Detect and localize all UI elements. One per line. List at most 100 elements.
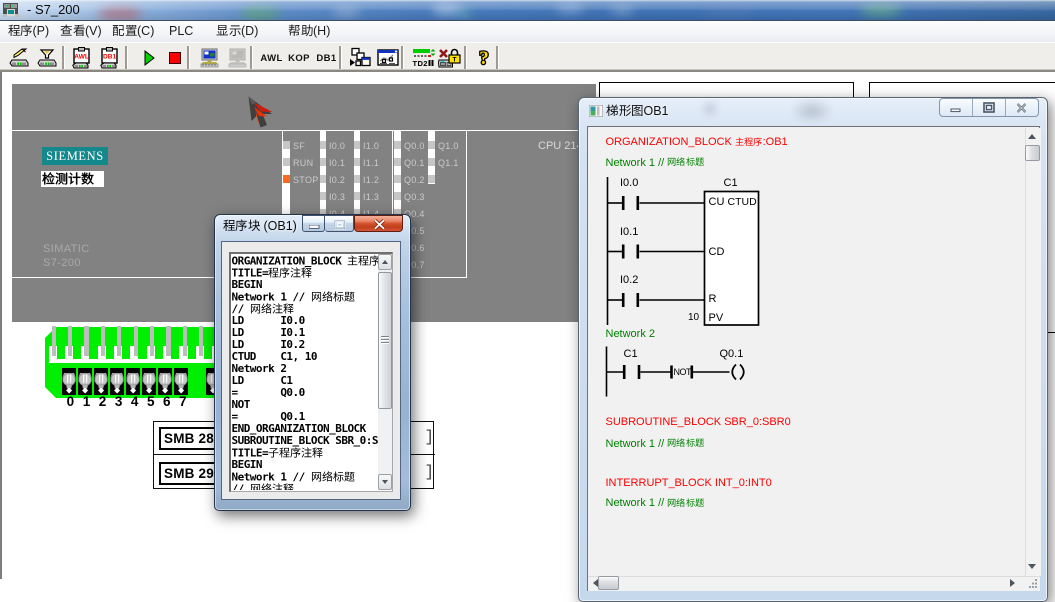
program-block-title: (OB1) bbox=[223, 219, 297, 233]
cascade-windows-button[interactable] bbox=[348, 46, 374, 70]
switch-lever[interactable] bbox=[101, 326, 105, 356]
awl-view-button[interactable]: AWL bbox=[259, 46, 285, 70]
clip-icon: DB1 bbox=[100, 47, 120, 69]
stop-button[interactable] bbox=[162, 46, 188, 70]
status-chart-button[interactable] bbox=[375, 46, 401, 70]
ladder-sub-network1: Network 1 // bbox=[606, 438, 705, 450]
toolbar-separator bbox=[464, 46, 467, 69]
led-square bbox=[283, 158, 290, 166]
ladder-coil-label: Q0.1 bbox=[720, 348, 744, 360]
bulb-lamp[interactable] bbox=[126, 368, 140, 395]
app-titlebar[interactable]: - S7_200 bbox=[0, 0, 1055, 20]
stl-line-5: LD I0.0 bbox=[232, 315, 378, 327]
bulb-lamp[interactable] bbox=[158, 368, 172, 395]
switch-lever[interactable] bbox=[117, 326, 121, 356]
ladder-vscrollbar[interactable] bbox=[1025, 128, 1041, 576]
ladder-pin-pv: PV bbox=[709, 312, 724, 324]
ladder-hscrollbar[interactable] bbox=[588, 576, 1040, 591]
edit-program-button[interactable] bbox=[7, 46, 33, 70]
led-label-i0-3: I0.3 bbox=[329, 193, 345, 202]
stl-minimize-button[interactable] bbox=[302, 215, 326, 232]
ladder-hscroll-right-button[interactable] bbox=[1005, 576, 1020, 591]
down-arrow-icon bbox=[1028, 564, 1036, 569]
menu-item-h[interactable]: (H) bbox=[288, 24, 330, 38]
switch-lever[interactable] bbox=[134, 326, 138, 356]
window-title: - S7_200 bbox=[27, 2, 80, 17]
help-button[interactable]: ? ? bbox=[471, 46, 497, 70]
down-arrow-icon bbox=[382, 480, 388, 484]
switch-lever[interactable] bbox=[84, 326, 88, 356]
stl-scroll-thumb[interactable] bbox=[378, 272, 392, 409]
menu-item-d[interactable]: (D) bbox=[216, 24, 258, 38]
ladder-window-title: OB1 bbox=[606, 104, 669, 118]
td200-button[interactable]: TD2 bbox=[411, 46, 437, 70]
stl-line-10: LD C1 bbox=[232, 375, 378, 387]
menu-item-plc[interactable]: PLC bbox=[169, 24, 193, 38]
plc-edit-icon bbox=[9, 47, 31, 69]
bulb-lamp[interactable] bbox=[110, 368, 124, 395]
resize-grip[interactable] bbox=[1029, 579, 1038, 588]
bulb-icon bbox=[62, 368, 76, 395]
monitor-off-button[interactable] bbox=[224, 46, 250, 70]
upload-program-button[interactable] bbox=[35, 46, 61, 70]
bulb-lamp[interactable] bbox=[62, 368, 76, 395]
led-label-q1-1: Q1.1 bbox=[438, 159, 459, 168]
kop-view-button[interactable]: KOP bbox=[286, 46, 312, 70]
led-square bbox=[394, 141, 401, 149]
db1-block-button[interactable]: DB1 bbox=[97, 46, 123, 70]
switch-digit-7: 7 bbox=[175, 394, 191, 409]
ladder-contact3-label: I0.2 bbox=[620, 274, 638, 286]
led-label-i0-0: I0.0 bbox=[329, 142, 345, 151]
cpu-label: CPU 214 bbox=[538, 140, 583, 152]
switch-lever[interactable] bbox=[199, 326, 203, 356]
ladder-hscroll-thumb[interactable] bbox=[598, 576, 619, 590]
stl-line-16: TITLE= bbox=[232, 447, 378, 459]
run-button[interactable] bbox=[136, 46, 162, 70]
switch-lever[interactable] bbox=[183, 326, 187, 356]
menu-item-p[interactable]: (P) bbox=[8, 24, 50, 38]
led-square bbox=[354, 158, 361, 166]
switch-lever[interactable] bbox=[150, 326, 154, 356]
switch-digit-6: 6 bbox=[159, 394, 175, 409]
lock-button[interactable]: T bbox=[437, 46, 463, 70]
stl-close-button[interactable] bbox=[354, 215, 403, 232]
bulb-lamp[interactable] bbox=[174, 368, 188, 395]
stl-maximize-button[interactable] bbox=[325, 215, 354, 232]
ladder-vscroll-down-button[interactable] bbox=[1025, 559, 1040, 575]
simatic-label: SIMATIC bbox=[43, 243, 90, 255]
ladder-vscroll-thumb[interactable] bbox=[1025, 145, 1040, 161]
ladder-not-label: NOT bbox=[674, 367, 692, 377]
titlebar-sheen bbox=[0, 0, 1055, 20]
ladder-maximize-button[interactable] bbox=[973, 99, 1006, 116]
awl-block-button[interactable]: AWL bbox=[69, 46, 95, 70]
td200-icon: TD2 bbox=[412, 47, 436, 69]
stl-scroll-up-button[interactable] bbox=[378, 254, 392, 270]
ladder-minimize-button[interactable] bbox=[940, 99, 973, 116]
stl-scroll-down-button[interactable] bbox=[378, 474, 392, 490]
monitor-on-button[interactable] bbox=[196, 46, 222, 70]
ladder-close-button[interactable] bbox=[1006, 99, 1038, 116]
ladder-vscroll-up-button[interactable] bbox=[1025, 128, 1040, 144]
led-square bbox=[283, 175, 290, 183]
bulb-lamp[interactable] bbox=[78, 368, 92, 395]
toolbar: AWL DB1 AWLKOPDB1 TD2 bbox=[0, 42, 1055, 72]
right-arrow-icon bbox=[1010, 579, 1015, 587]
switch-lever[interactable] bbox=[166, 326, 170, 356]
menu-item-c[interactable]: (C) bbox=[112, 24, 154, 38]
switch-lever[interactable] bbox=[52, 326, 56, 356]
stl-line-15: SUBROUTINE_BLOCK SBR_0:SBR0 bbox=[232, 435, 378, 447]
led-label-i0-2: I0.2 bbox=[329, 176, 345, 185]
switch-digit-5: 5 bbox=[143, 394, 159, 409]
db1-view-button[interactable]: DB1 bbox=[314, 46, 340, 70]
panel-line-top bbox=[12, 130, 596, 132]
ladder-window-icon bbox=[589, 105, 603, 117]
toolbar-separator bbox=[496, 46, 499, 69]
monitor-off-icon bbox=[226, 47, 249, 69]
switch-lever[interactable] bbox=[68, 326, 72, 356]
bulb-lamp[interactable] bbox=[94, 368, 108, 395]
stl-code[interactable]: ORGANIZATION_BLOCK :OB1TITLE=BEGINNetwor… bbox=[232, 254, 378, 491]
bulb-lamp[interactable] bbox=[142, 368, 156, 395]
menu-item-v[interactable]: (V) bbox=[60, 24, 102, 38]
smb28-box: SMB 28 bbox=[159, 427, 222, 450]
led-label-i1-3: I1.3 bbox=[363, 193, 379, 202]
